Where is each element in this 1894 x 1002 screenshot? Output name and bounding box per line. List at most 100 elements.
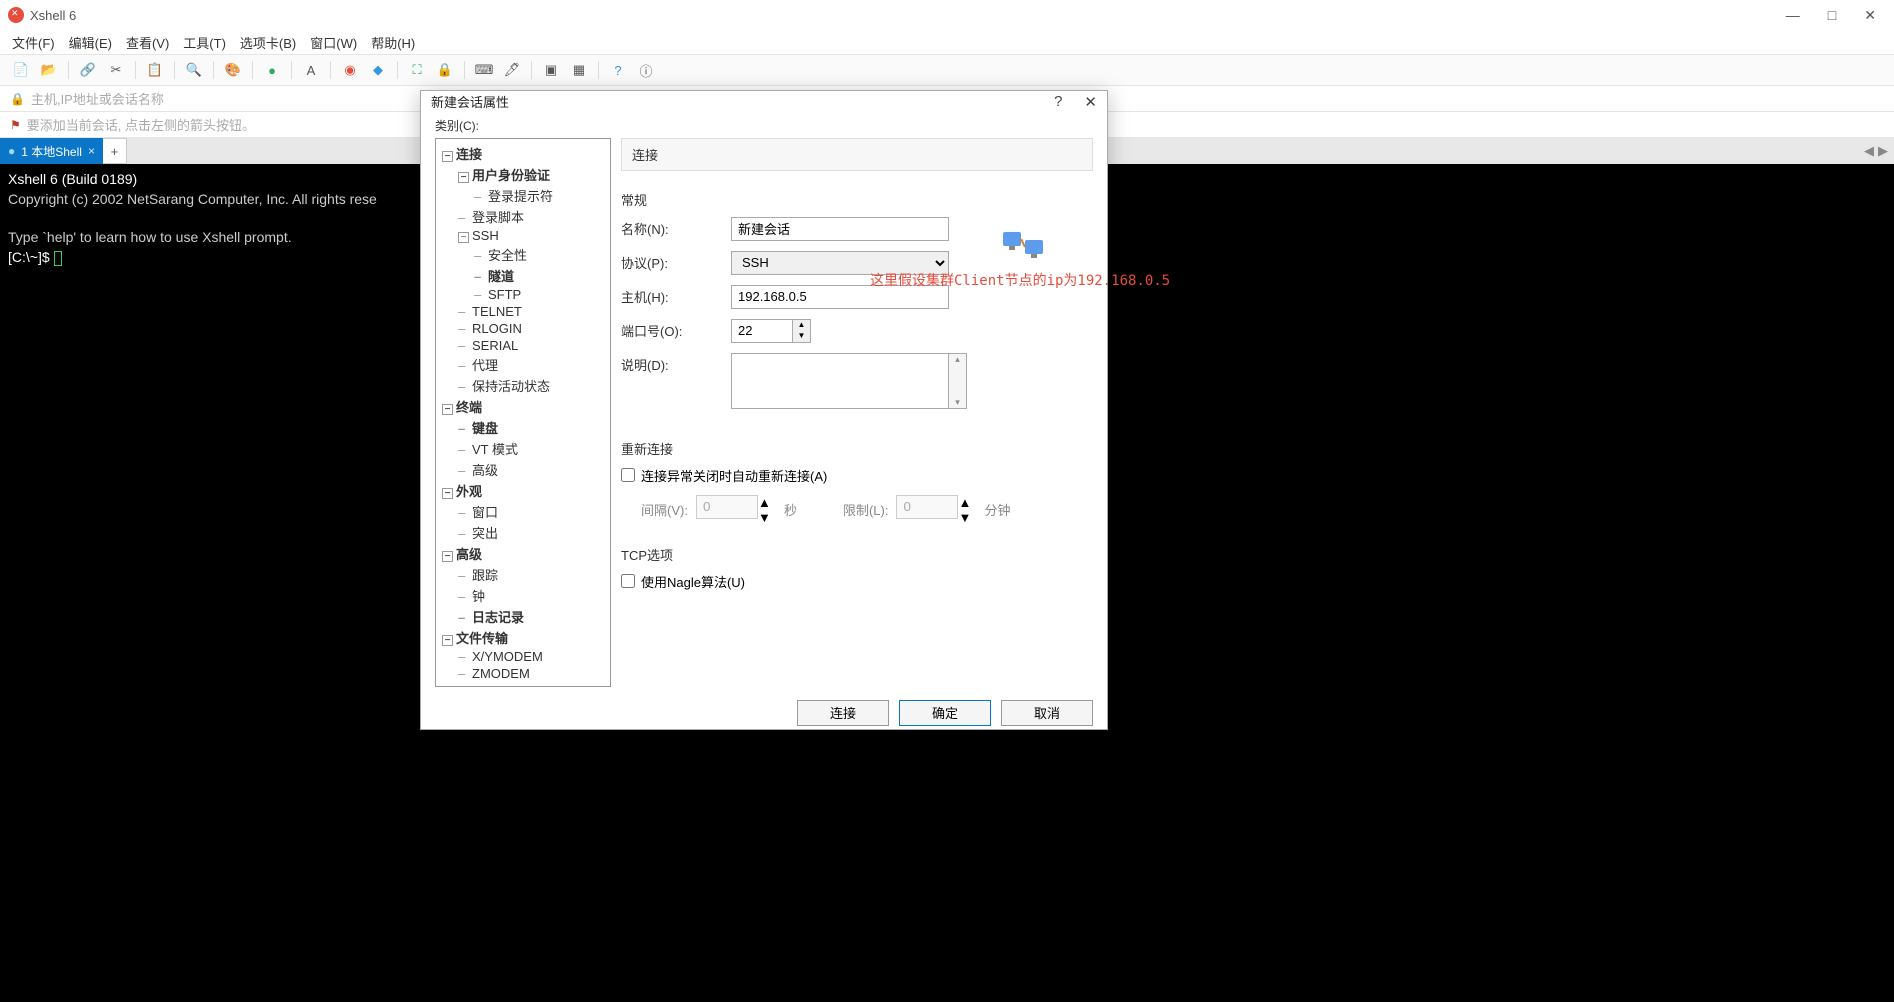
tree-bell[interactable]: –钟	[454, 585, 608, 606]
tree-xymodem[interactable]: –X/YMODEM	[454, 648, 608, 665]
connect-button[interactable]: 连接	[797, 700, 889, 726]
new-session-icon[interactable]: 📄	[10, 59, 32, 81]
port-down-icon[interactable]: ▼	[793, 331, 810, 342]
tree-login-script[interactable]: –登录脚本	[454, 206, 608, 227]
dialog-close-button[interactable]: ✕	[1084, 93, 1097, 111]
tab-local-shell[interactable]: ● 1 本地Shell ×	[0, 138, 103, 164]
tree-user-auth[interactable]: −用户身份验证	[454, 164, 608, 185]
tree-window[interactable]: –窗口	[454, 501, 608, 522]
xshell-icon[interactable]: ◉	[339, 59, 361, 81]
menu-window[interactable]: 窗口(W)	[310, 33, 357, 52]
limit-up-icon: ▲	[958, 495, 971, 510]
tree-security[interactable]: –安全性	[470, 244, 608, 265]
app-title: Xshell 6	[30, 8, 76, 23]
open-icon[interactable]: 📂	[38, 59, 60, 81]
dialog-help-button[interactable]: ?	[1054, 93, 1062, 111]
separator	[252, 61, 253, 79]
reconnect-icon[interactable]: 🔗	[77, 59, 99, 81]
tree-keepalive[interactable]: –保持活动状态	[454, 375, 608, 396]
tree-file-transfer[interactable]: −文件传输	[438, 627, 608, 648]
globe-icon[interactable]: ●	[261, 59, 283, 81]
tree-logging[interactable]: –日志记录	[454, 606, 608, 627]
description-label: 说明(D):	[621, 353, 731, 374]
port-up-icon[interactable]: ▲	[793, 320, 810, 331]
app-icon	[8, 7, 24, 23]
add-tab-button[interactable]: +	[103, 138, 127, 164]
titlebar: Xshell 6 — □ ✕	[0, 0, 1894, 30]
category-tree[interactable]: −连接 −用户身份验证 –登录提示符 –登录脚本 −SSH –安全性 –隧道 –…	[435, 138, 611, 687]
close-button[interactable]: ✕	[1864, 7, 1876, 24]
cascade-icon[interactable]: ▣	[540, 59, 562, 81]
terminal-prompt: [C:\~]$	[8, 249, 54, 265]
nagle-label: 使用Nagle算法(U)	[641, 572, 745, 591]
lock-icon[interactable]: 🔒	[434, 59, 456, 81]
auto-reconnect-checkbox[interactable]	[621, 468, 635, 482]
tab-next-icon[interactable]: ▶	[1878, 143, 1888, 159]
name-label: 名称(N):	[621, 219, 731, 238]
tree-highlight[interactable]: –突出	[454, 522, 608, 543]
copy-icon[interactable]: 📋	[144, 59, 166, 81]
tree-zmodem[interactable]: –ZMODEM	[454, 665, 608, 682]
menu-tools[interactable]: 工具(T)	[183, 33, 226, 52]
menu-tabs[interactable]: 选项卡(B)	[240, 33, 296, 52]
tree-trace[interactable]: –跟踪	[454, 564, 608, 585]
tree-keyboard[interactable]: –键盘	[454, 417, 608, 438]
tree-ssh[interactable]: −SSH	[454, 227, 608, 244]
tree-serial[interactable]: –SERIAL	[454, 337, 608, 354]
separator	[598, 61, 599, 79]
dialog-titlebar[interactable]: 新建会话属性 ? ✕	[421, 91, 1107, 113]
name-input[interactable]	[731, 217, 949, 241]
tree-terminal-advanced[interactable]: –高级	[454, 459, 608, 480]
toolbar: 📄 📂 🔗 ✂ 📋 🔍 🎨 ● A ◉ ◆ ⛶ 🔒 ⌨ 🖊 ▣ ▦ ? ⓘ	[0, 54, 1894, 86]
tree-login-prompt[interactable]: –登录提示符	[470, 185, 608, 206]
separator	[135, 61, 136, 79]
cancel-button[interactable]: 取消	[1001, 700, 1093, 726]
help-icon[interactable]: ?	[607, 59, 629, 81]
minimize-button[interactable]: —	[1786, 7, 1800, 24]
tree-telnet[interactable]: –TELNET	[454, 303, 608, 320]
tree-terminal[interactable]: −终端	[438, 396, 608, 417]
separator	[531, 61, 532, 79]
color-icon[interactable]: 🎨	[222, 59, 244, 81]
tree-connection[interactable]: −连接	[438, 143, 608, 164]
keyboard-icon[interactable]: ⌨	[473, 59, 495, 81]
tree-sftp[interactable]: –SFTP	[470, 286, 608, 303]
separator	[330, 61, 331, 79]
port-input[interactable]	[731, 319, 793, 343]
font-icon[interactable]: A	[300, 59, 322, 81]
tree-tunnel[interactable]: –隧道	[470, 265, 608, 286]
about-icon[interactable]: ⓘ	[635, 59, 657, 81]
limit-input	[896, 495, 958, 519]
interval-up-icon: ▲	[758, 495, 771, 510]
disconnect-icon[interactable]: ✂	[105, 59, 127, 81]
nagle-checkbox[interactable]	[621, 574, 635, 588]
highlight-icon[interactable]: 🖊	[501, 59, 523, 81]
fullscreen-icon[interactable]: ⛶	[406, 59, 428, 81]
description-textarea[interactable]	[731, 353, 949, 409]
menu-edit[interactable]: 编辑(E)	[69, 33, 112, 52]
menu-view[interactable]: 查看(V)	[126, 33, 169, 52]
description-scrollbar[interactable]: ▴▾	[949, 353, 967, 409]
terminal-cursor	[54, 251, 62, 266]
tab-nav-arrows: ◀ ▶	[1858, 138, 1894, 164]
limit-down-icon: ▼	[958, 510, 971, 525]
tree-appearance[interactable]: −外观	[438, 480, 608, 501]
tree-advanced[interactable]: −高级	[438, 543, 608, 564]
auto-reconnect-label: 连接异常关闭时自动重新连接(A)	[641, 466, 827, 485]
tab-close-icon[interactable]: ×	[88, 144, 95, 158]
maximize-button[interactable]: □	[1828, 7, 1836, 24]
search-icon[interactable]: 🔍	[183, 59, 205, 81]
xftp-icon[interactable]: ◆	[367, 59, 389, 81]
tile-icon[interactable]: ▦	[568, 59, 590, 81]
flag-icon: ⚑	[10, 118, 21, 132]
tab-prev-icon[interactable]: ◀	[1864, 143, 1874, 159]
tree-proxy[interactable]: –代理	[454, 354, 608, 375]
tree-vt-mode[interactable]: –VT 模式	[454, 438, 608, 459]
menu-help[interactable]: 帮助(H)	[371, 33, 415, 52]
address-placeholder: 主机,IP地址或会话名称	[31, 89, 164, 108]
dialog-title: 新建会话属性	[431, 92, 509, 111]
tree-rlogin[interactable]: –RLOGIN	[454, 320, 608, 337]
separator	[213, 61, 214, 79]
ok-button[interactable]: 确定	[899, 700, 991, 726]
menu-file[interactable]: 文件(F)	[12, 33, 55, 52]
